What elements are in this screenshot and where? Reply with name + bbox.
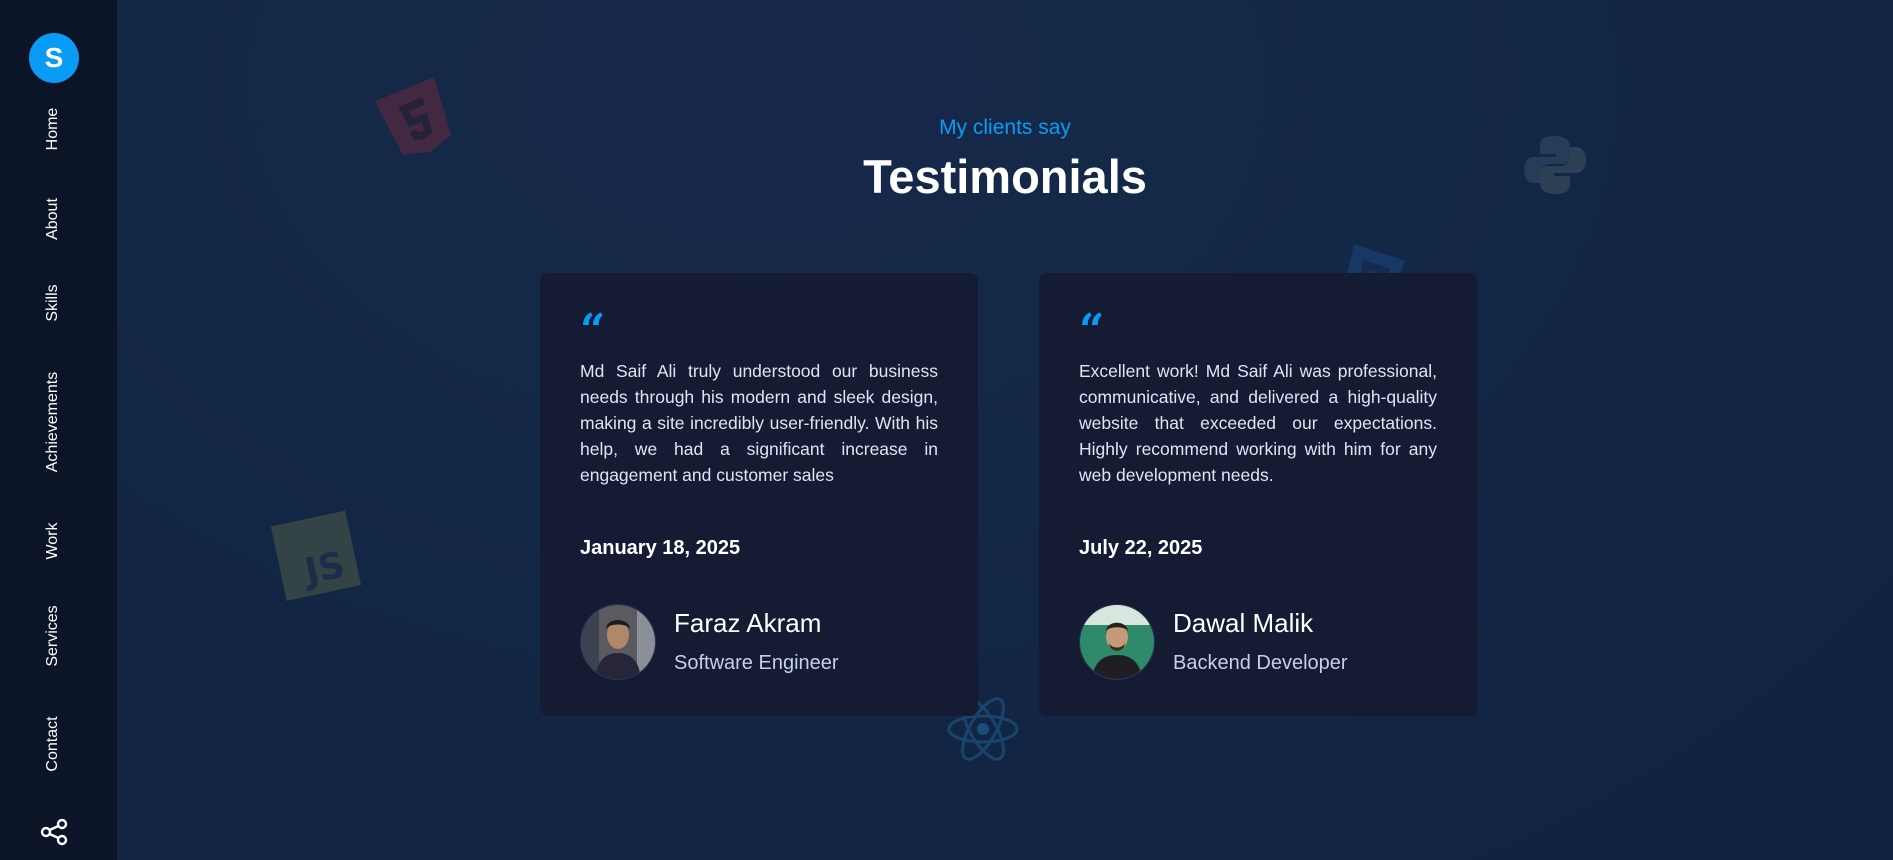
- logo[interactable]: S: [29, 33, 79, 83]
- testimonial-date: July 22, 2025: [1079, 537, 1203, 559]
- reviewer-role: Software Engineer: [674, 652, 839, 674]
- section-subtitle: My clients say: [939, 116, 1071, 139]
- reviewer-name: Faraz Akram: [674, 608, 822, 638]
- quote-icon: “: [1079, 305, 1105, 356]
- testimonial-date: January 18, 2025: [580, 537, 741, 559]
- sidebar-item-home[interactable]: Home: [44, 108, 62, 151]
- testimonial-quote: Md Saif Ali truly understood our busines…: [580, 361, 938, 485]
- sidebar-item-achievements[interactable]: Achievements: [44, 372, 62, 473]
- reviewer-name: Dawal Malik: [1173, 608, 1314, 638]
- testimonial-card: “ Excellent work! Md Saif Ali was profes…: [1039, 273, 1477, 716]
- quote-icon: “: [580, 305, 606, 356]
- sidebar-item-contact[interactable]: Contact: [44, 716, 62, 771]
- section-title: Testimonials: [863, 150, 1147, 203]
- reviewer-role: Backend Developer: [1173, 652, 1348, 674]
- sidebar: S Home About Skills Achievements Work Se…: [0, 0, 117, 860]
- avatar: [1079, 604, 1155, 680]
- testimonial-card: “ Md Saif Ali truly understood our busin…: [540, 273, 978, 716]
- avatar: [580, 604, 656, 680]
- sidebar-item-services[interactable]: Services: [44, 605, 62, 666]
- testimonial-quote: Excellent work! Md Saif Ali was professi…: [1079, 361, 1437, 485]
- share-icon[interactable]: [40, 818, 68, 846]
- sidebar-item-skills[interactable]: Skills: [44, 284, 62, 321]
- sidebar-item-work[interactable]: Work: [44, 522, 62, 559]
- sidebar-item-about[interactable]: About: [44, 198, 62, 240]
- javascript-icon: JS: [270, 510, 362, 601]
